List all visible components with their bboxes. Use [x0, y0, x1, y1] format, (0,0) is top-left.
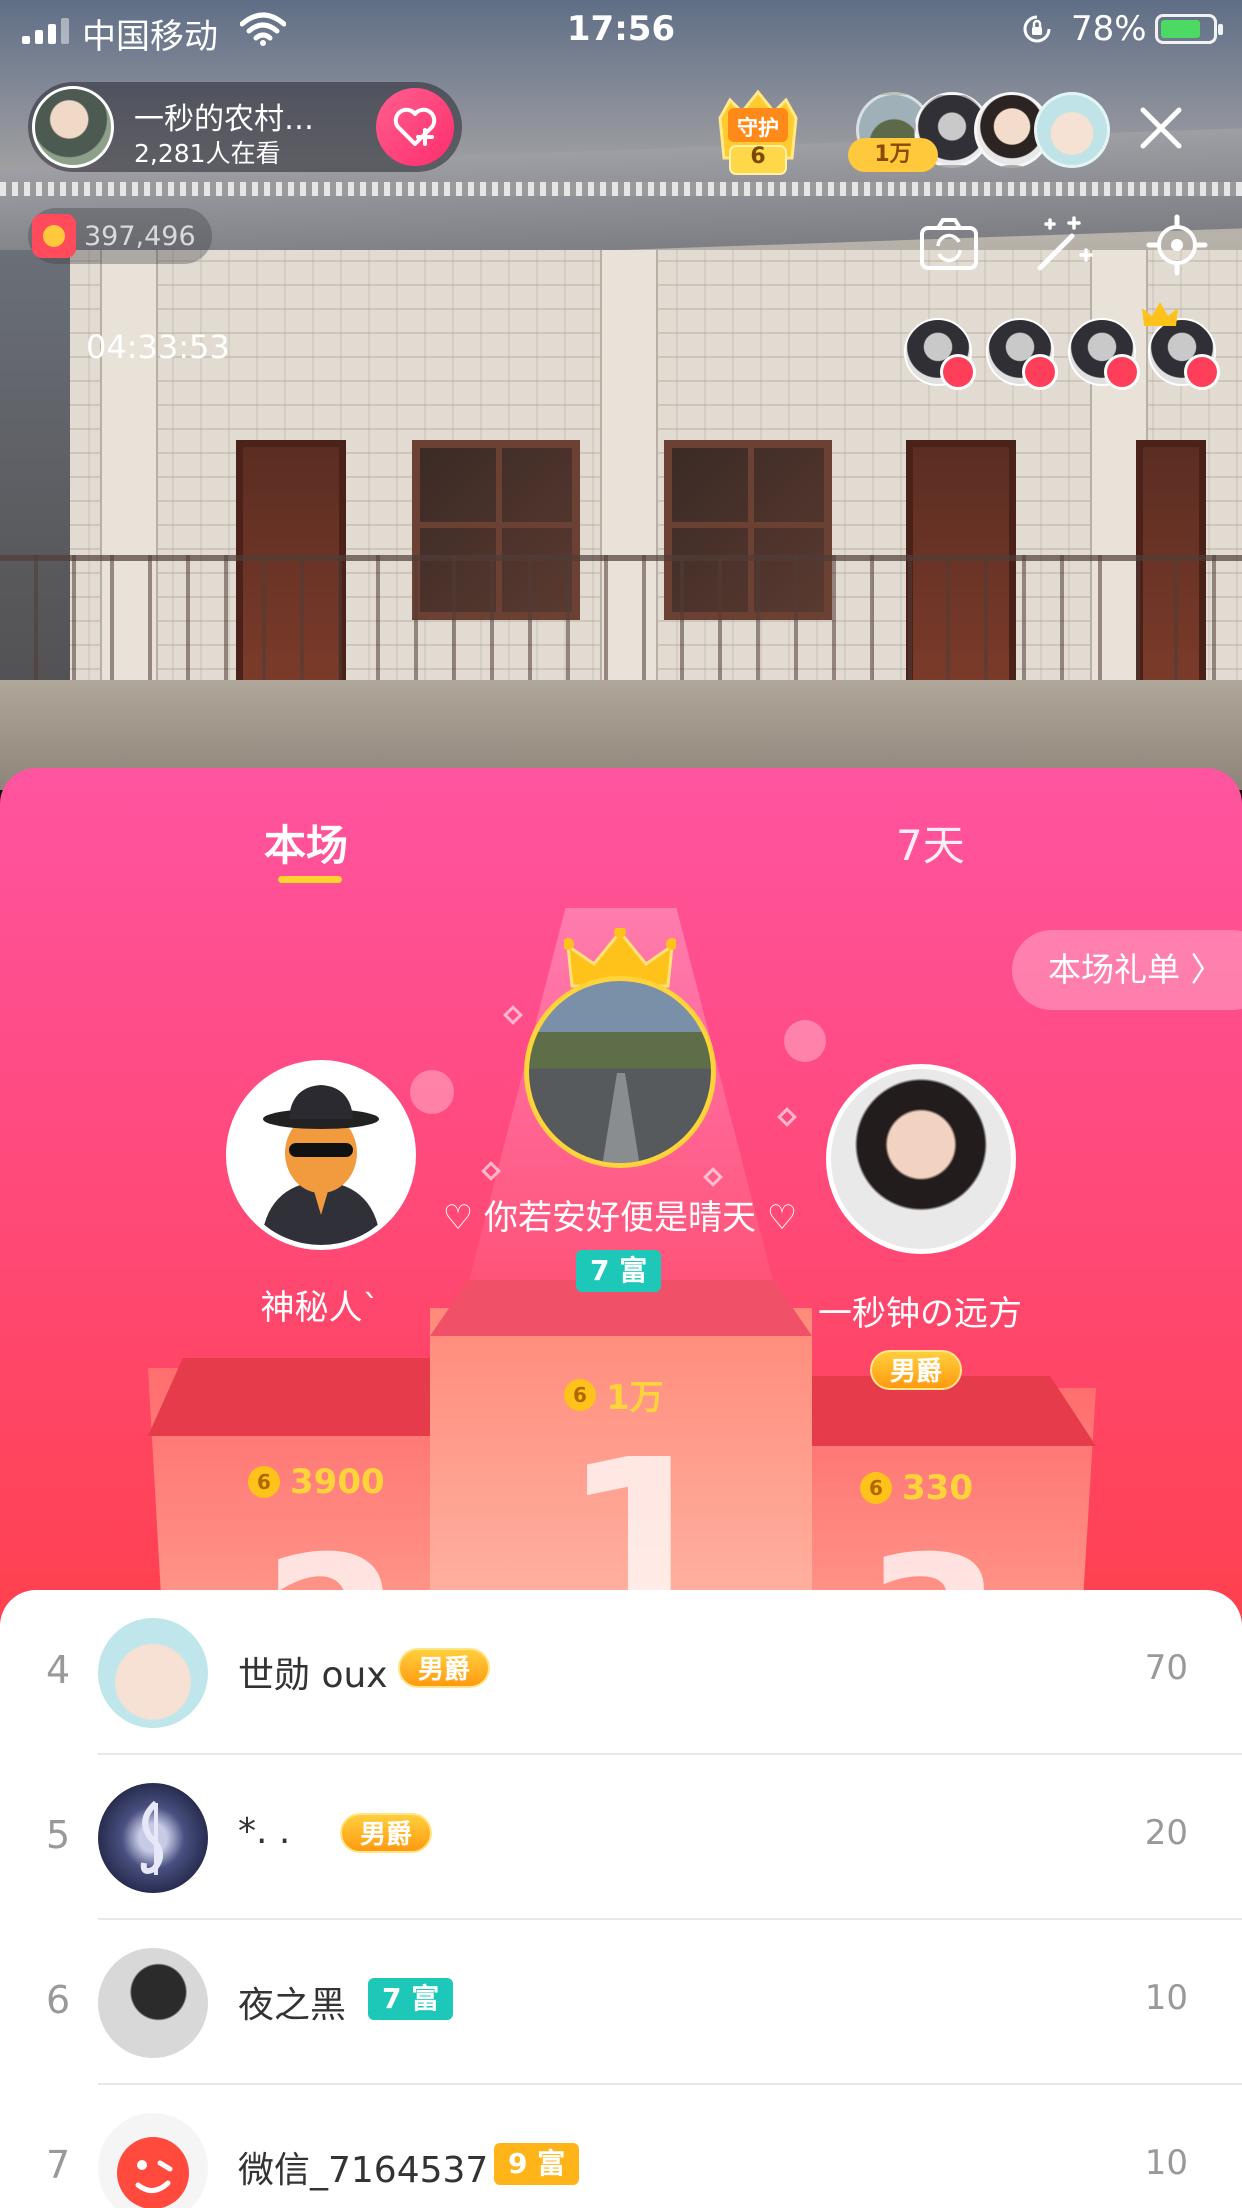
third-place-avatar[interactable] [826, 1064, 1016, 1254]
close-icon[interactable] [1135, 102, 1187, 154]
list-item[interactable]: 6 夜之黑 7 富 10 [0, 1920, 1242, 2085]
score: 20 [1144, 1813, 1188, 1853]
viewer-avatar[interactable] [1034, 92, 1110, 168]
battery-percent: 78% [1071, 9, 1147, 49]
coin-total-value: 397,496 [84, 221, 196, 252]
rank-number: 6 [46, 1978, 71, 2022]
rank-badge: 7 富 [368, 1978, 454, 2020]
first-coins: 6 1万 [564, 1370, 664, 1419]
avatar[interactable] [98, 1948, 208, 2058]
rank-number: 7 [46, 2143, 71, 2187]
coin-icon [32, 214, 76, 258]
anchor-avatar[interactable] [32, 86, 114, 168]
rank-badge: 9 富 [494, 2143, 580, 2185]
flip-camera-icon[interactable] [916, 212, 982, 278]
follow-button[interactable] [376, 88, 454, 166]
first-place-badge: 7 富 [576, 1250, 662, 1292]
avatar[interactable] [98, 1783, 208, 1893]
guard-label: 守护 [737, 116, 779, 140]
avatar[interactable] [98, 1618, 208, 1728]
heart-plus-icon [393, 107, 437, 146]
rank-number: 5 [46, 1813, 71, 1857]
audience-avatar[interactable] [1068, 318, 1140, 390]
mystery-badge-icon [1104, 354, 1140, 390]
second-coins: 6 3900 [248, 1462, 385, 1502]
list-item[interactable]: 4 世勋 oux 男爵 70 [0, 1590, 1242, 1755]
tab-underline [278, 876, 342, 883]
audience-avatar[interactable] [904, 318, 976, 390]
third-place-badge: 男爵 [870, 1350, 963, 1390]
crown-icon [1142, 302, 1178, 326]
mystery-man-icon [261, 1085, 381, 1245]
live-timer: 04:33:53 [86, 328, 230, 366]
coin-icon: 6 [564, 1378, 596, 1411]
list-item[interactable]: 5 *. . 男爵 20 [0, 1755, 1242, 1920]
user-name: *. . [238, 1811, 291, 1852]
top-viewers[interactable]: 1万 [848, 92, 1110, 172]
score: 70 [1144, 1648, 1188, 1688]
mystery-badge-icon [940, 354, 976, 390]
first-place-avatar[interactable] [524, 976, 716, 1168]
user-name: 夜之黑 [238, 1985, 347, 2026]
coin-icon: 6 [248, 1466, 280, 1498]
rank-badge: 男爵 [398, 1648, 491, 1688]
audience-avatar[interactable] [986, 318, 1058, 390]
battery-icon [1155, 14, 1223, 44]
battery-fill [1161, 20, 1200, 38]
status-bar: 中国移动 17:56 78% [0, 0, 1242, 60]
user-name: 世勋 oux [238, 1655, 388, 1696]
user-name: 微信_7164537 [238, 2150, 489, 2191]
orientation-lock-icon [1023, 15, 1051, 43]
rank-badge: 男爵 [340, 1813, 433, 1853]
second-place-name: 神秘人` [260, 1288, 380, 1328]
mystery-badge-icon [1022, 354, 1058, 390]
tab-this-show[interactable]: 本场 [264, 812, 348, 873]
live-room-screen: 中国移动 17:56 78% 一秒的农村… 2,281人在看 守护 6 1万 3… [0, 0, 1242, 2208]
clock: 17:56 [566, 9, 676, 49]
beauty-wand-icon[interactable] [1030, 212, 1096, 278]
guard-badge[interactable]: 守护 6 [710, 88, 806, 180]
score: 10 [1144, 2143, 1188, 2183]
ranking-list: 4 世勋 oux 男爵 70 5 *. . 男爵 20 6 夜之黑 7 富 10 [0, 1590, 1242, 2208]
avatar[interactable] [98, 2113, 208, 2208]
third-place-name: 一秒钟の远方 [818, 1294, 1022, 1334]
third-coins: 6 330 [860, 1468, 973, 1508]
list-item[interactable]: 7 微信_7164537 9 富 10 [0, 2085, 1242, 2208]
settings-gear-icon[interactable] [1144, 212, 1210, 278]
second-place-avatar[interactable] [226, 1060, 416, 1250]
anchor-info[interactable]: 一秒的农村… 2,281人在看 [28, 82, 462, 172]
coin-total[interactable]: 397,496 [28, 208, 212, 264]
treble-clef-icon [140, 1800, 163, 1875]
top-viewer-badge: 1万 [848, 138, 938, 172]
rank-number: 4 [46, 1648, 71, 1692]
first-place-name: ♡ 你若安好便是晴天 ♡ [442, 1198, 798, 1238]
wechat-face-icon [117, 2137, 189, 2208]
viewer-count: 2,281人在看 [134, 139, 281, 168]
anchor-name: 一秒的农村… [134, 102, 314, 137]
mystery-badge-icon [1184, 354, 1220, 390]
score: 10 [1144, 1978, 1188, 2018]
gift-list-button[interactable]: 本场礼单 〉 [1012, 930, 1242, 1010]
coin-icon: 6 [860, 1472, 892, 1504]
guard-count: 6 [750, 144, 766, 169]
tab-7-days[interactable]: 7天 [896, 812, 965, 873]
